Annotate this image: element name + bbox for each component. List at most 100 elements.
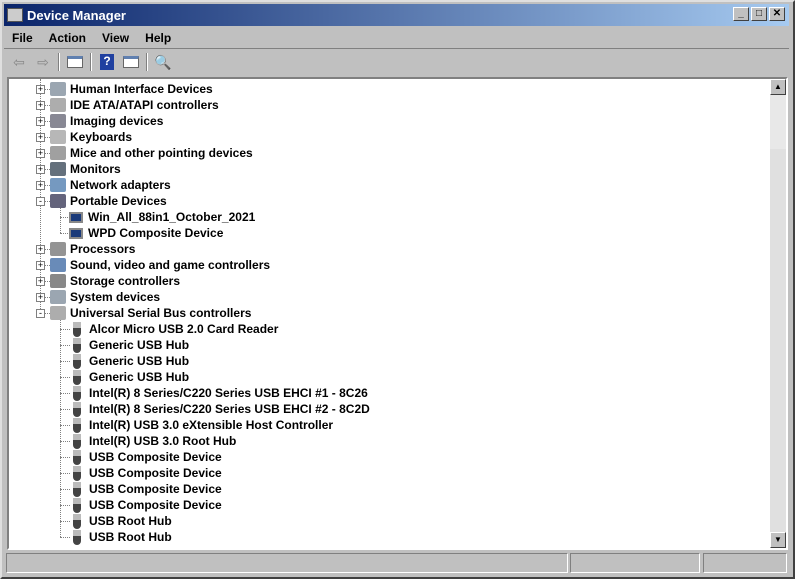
- tree-category[interactable]: Mice and other pointing devices: [50, 145, 253, 161]
- menu-bar: File Action View Help: [4, 28, 789, 49]
- device-category-icon: [50, 98, 66, 112]
- tree-item-label: Alcor Micro USB 2.0 Card Reader: [89, 322, 279, 336]
- menu-file[interactable]: File: [4, 31, 41, 45]
- tree-device[interactable]: Generic USB Hub: [69, 337, 189, 353]
- tree-item-label: Monitors: [70, 162, 121, 176]
- tree-item-label: USB Composite Device: [89, 498, 222, 512]
- menu-help[interactable]: Help: [137, 31, 179, 45]
- menu-view[interactable]: View: [94, 31, 137, 45]
- tree-line: [45, 169, 50, 170]
- status-pane-2: [570, 553, 700, 573]
- device-category-icon: [50, 274, 66, 288]
- tree-device[interactable]: Intel(R) 8 Series/C220 Series USB EHCI #…: [69, 401, 370, 417]
- tree-category[interactable]: System devices: [50, 289, 160, 305]
- tree-line: [60, 521, 70, 522]
- device-category-icon: [50, 130, 66, 144]
- collapse-toggle[interactable]: -: [36, 197, 45, 206]
- tree-device[interactable]: Generic USB Hub: [69, 369, 189, 385]
- show-hide-console-tree-icon[interactable]: [66, 54, 84, 70]
- tree-device[interactable]: WPD Composite Device: [69, 225, 223, 241]
- expand-toggle[interactable]: +: [36, 261, 45, 270]
- toolbar-separator: [58, 53, 60, 71]
- tree-category[interactable]: Universal Serial Bus controllers: [50, 305, 251, 321]
- tree-device[interactable]: USB Composite Device: [69, 449, 222, 465]
- device-category-icon: [50, 258, 66, 272]
- menu-action[interactable]: Action: [41, 31, 94, 45]
- expand-toggle[interactable]: +: [36, 293, 45, 302]
- vertical-scrollbar[interactable]: ▲ ▼: [770, 79, 786, 548]
- back-icon[interactable]: ⇦: [10, 54, 28, 70]
- expand-toggle[interactable]: +: [36, 101, 45, 110]
- usb-icon: [73, 481, 81, 497]
- expand-toggle[interactable]: +: [36, 245, 45, 254]
- device-category-icon: [50, 306, 66, 320]
- tree-line: [45, 249, 50, 250]
- device-category-icon: [50, 114, 66, 128]
- usb-icon: [73, 449, 81, 465]
- tree-category[interactable]: IDE ATA/ATAPI controllers: [50, 97, 219, 113]
- tree-line: [60, 393, 70, 394]
- tree-device[interactable]: Generic USB Hub: [69, 353, 189, 369]
- forward-icon[interactable]: ⇨: [34, 54, 52, 70]
- tree-line: [60, 361, 70, 362]
- usb-icon: [73, 385, 81, 401]
- minimize-button[interactable]: _: [733, 7, 749, 21]
- usb-icon: [73, 321, 81, 337]
- scroll-up-button[interactable]: ▲: [770, 79, 786, 95]
- tree-line: [45, 153, 50, 154]
- tree-category[interactable]: Human Interface Devices: [50, 81, 213, 97]
- tree-category[interactable]: Portable Devices: [50, 193, 167, 209]
- expand-toggle[interactable]: +: [36, 165, 45, 174]
- expand-toggle[interactable]: +: [36, 181, 45, 190]
- usb-icon: [73, 497, 81, 513]
- tree-device[interactable]: USB Composite Device: [69, 481, 222, 497]
- maximize-button[interactable]: □: [751, 7, 767, 21]
- tree-device[interactable]: USB Root Hub: [69, 529, 172, 545]
- title-bar[interactable]: Device Manager _ □ ✕: [4, 4, 789, 26]
- tree-category[interactable]: Storage controllers: [50, 273, 180, 289]
- show-action-pane-icon[interactable]: [122, 54, 140, 70]
- expand-toggle[interactable]: +: [36, 85, 45, 94]
- tree-device[interactable]: USB Composite Device: [69, 497, 222, 513]
- tree-category[interactable]: Network adapters: [50, 177, 171, 193]
- status-pane-3: [703, 553, 787, 573]
- expand-toggle[interactable]: +: [36, 149, 45, 158]
- toolbar-separator: [90, 53, 92, 71]
- tree-category[interactable]: Imaging devices: [50, 113, 163, 129]
- tree-device[interactable]: Intel(R) USB 3.0 eXtensible Host Control…: [69, 417, 333, 433]
- tree-category[interactable]: Processors: [50, 241, 135, 257]
- close-button[interactable]: ✕: [769, 7, 785, 21]
- tree-line: [60, 217, 70, 218]
- tree-line: [60, 409, 70, 410]
- expand-toggle[interactable]: +: [36, 117, 45, 126]
- tree-device[interactable]: USB Root Hub: [69, 513, 172, 529]
- expand-toggle[interactable]: +: [36, 133, 45, 142]
- tree-device[interactable]: Alcor Micro USB 2.0 Card Reader: [69, 321, 278, 337]
- scrollbar-thumb[interactable]: [770, 95, 786, 149]
- collapse-toggle[interactable]: -: [36, 309, 45, 318]
- usb-icon: [73, 369, 81, 385]
- device-manager-icon: [7, 8, 23, 22]
- tree-item-label: Generic USB Hub: [89, 370, 190, 384]
- tree-category[interactable]: Monitors: [50, 161, 121, 177]
- tree-line: [60, 441, 70, 442]
- help-icon[interactable]: ?: [98, 54, 116, 70]
- scroll-down-button[interactable]: ▼: [770, 532, 786, 548]
- usb-icon: [73, 433, 81, 449]
- tree-device[interactable]: Intel(R) USB 3.0 Root Hub: [69, 433, 236, 449]
- usb-icon: [73, 529, 81, 545]
- scan-hardware-icon[interactable]: 🔍: [154, 54, 172, 70]
- tree-item-label: Intel(R) 8 Series/C220 Series USB EHCI #…: [89, 386, 368, 400]
- tree-category[interactable]: Sound, video and game controllers: [50, 257, 270, 273]
- usb-icon: [73, 401, 81, 417]
- tree-line: [45, 121, 50, 122]
- usb-icon: [73, 337, 81, 353]
- tree-device[interactable]: USB Composite Device: [69, 465, 222, 481]
- toolbar: ⇦ ⇨ ? 🔍: [4, 51, 789, 73]
- tree-category[interactable]: Keyboards: [50, 129, 132, 145]
- tree-item-label: USB Root Hub: [89, 514, 172, 528]
- tree-device[interactable]: Win_All_88in1_October_2021: [69, 209, 255, 225]
- expand-toggle[interactable]: +: [36, 277, 45, 286]
- tree-device[interactable]: Intel(R) 8 Series/C220 Series USB EHCI #…: [69, 385, 368, 401]
- tree-line: [45, 297, 50, 298]
